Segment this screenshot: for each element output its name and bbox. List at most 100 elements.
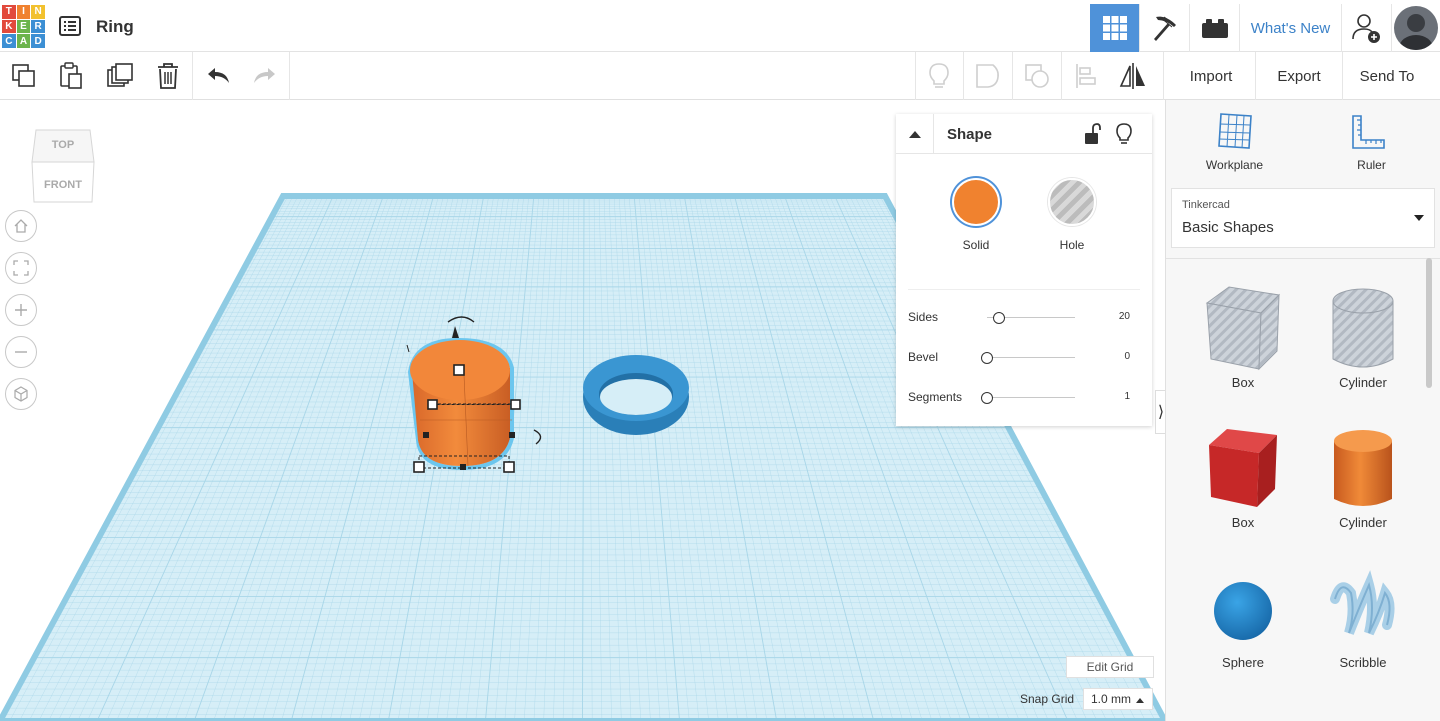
logo-letter: E: [16, 19, 31, 34]
bevel-value[interactable]: 0: [1124, 351, 1130, 362]
shape-scribble[interactable]: Scribble: [1303, 553, 1423, 683]
paste-button[interactable]: [55, 60, 87, 92]
send-to-button[interactable]: Send To: [1348, 60, 1426, 92]
snap-grid-label: Snap Grid: [1020, 692, 1075, 706]
ungroup-icon: [1025, 64, 1049, 88]
bevel-slider[interactable]: [987, 357, 1075, 358]
sides-value[interactable]: 20: [1119, 311, 1130, 322]
segments-slider[interactable]: [987, 397, 1075, 398]
copy-button[interactable]: [8, 60, 40, 92]
logo-letter: K: [2, 19, 16, 34]
design-list-icon[interactable]: [58, 14, 82, 38]
grid-view-icon: [1102, 16, 1127, 40]
whats-new-link[interactable]: What's New: [1239, 4, 1341, 52]
solid-swatch: [952, 178, 1000, 226]
export-button[interactable]: Export: [1262, 60, 1336, 92]
hole-option[interactable]: Hole: [1037, 178, 1107, 252]
unlock-icon: [1085, 123, 1101, 144]
edit-grid-button[interactable]: Edit Grid: [1066, 656, 1154, 678]
collapse-panel-button[interactable]: [896, 114, 934, 154]
duplicate-button[interactable]: [104, 60, 136, 92]
lock-button[interactable]: [1082, 122, 1102, 146]
library-group-label: Tinkercad: [1182, 199, 1230, 211]
view-cube[interactable]: TOP FRONT: [30, 126, 96, 204]
undo-button[interactable]: [202, 60, 234, 92]
perspective-button[interactable]: [5, 378, 37, 410]
hide-button[interactable]: [1114, 122, 1134, 146]
workplane-icon: [1218, 113, 1252, 149]
ruler-tool[interactable]: Ruler: [1303, 100, 1440, 180]
blocks-view-button[interactable]: [1139, 4, 1189, 52]
fit-icon: [13, 260, 29, 276]
ring-object[interactable]: [583, 355, 689, 435]
bevel-label: Bevel: [908, 350, 939, 364]
align-button[interactable]: [1070, 60, 1102, 92]
scribble-icon: [1330, 570, 1395, 636]
user-profile-button[interactable]: [1391, 4, 1440, 52]
sides-property: Sides 20: [896, 306, 1152, 330]
sidebar-scrollbar[interactable]: [1426, 258, 1432, 388]
ungroup-button[interactable]: [1021, 60, 1053, 92]
logo-letter: R: [31, 19, 45, 34]
logo-letter: T: [2, 5, 16, 19]
trash-icon: [158, 63, 178, 89]
redo-button[interactable]: [249, 60, 281, 92]
3d-viewport[interactable]: TOP FRONT Shape Solid Hole Sides 20 Beve…: [0, 100, 1165, 721]
logo-letter: I: [16, 5, 31, 19]
invite-people-button[interactable]: [1341, 4, 1391, 52]
mirror-button[interactable]: [1117, 60, 1149, 92]
segments-slider-handle[interactable]: [981, 392, 993, 404]
shape-box-hole[interactable]: Box: [1183, 273, 1303, 403]
workplane-label: Workplane: [1205, 158, 1264, 172]
plus-icon: [15, 304, 27, 316]
panel-toggle-chevron-icon[interactable]: ⟩: [1155, 390, 1165, 434]
shape-cylinder[interactable]: Cylinder: [1303, 413, 1423, 543]
tinkercad-logo[interactable]: T I N K E R C A D: [2, 5, 45, 48]
notes-button[interactable]: [923, 60, 955, 92]
shape-box[interactable]: Box: [1183, 413, 1303, 543]
shape-label: Sphere: [1222, 655, 1264, 670]
hole-swatch: [1048, 178, 1096, 226]
delete-button[interactable]: [152, 60, 184, 92]
add-user-icon: [1351, 14, 1380, 43]
tinkercad-app: T I N K E R C A D Ring What's New Import…: [0, 0, 1440, 721]
brick-icon: [1201, 19, 1228, 38]
shape-label: Cylinder: [1339, 515, 1387, 530]
caret-up-icon: [908, 131, 921, 138]
workplane-tool[interactable]: Workplane: [1166, 100, 1303, 180]
hole-label: Hole: [1059, 238, 1085, 252]
bevel-slider-handle[interactable]: [981, 352, 993, 364]
pickaxe-icon: [1153, 16, 1176, 41]
redo-icon: [254, 68, 275, 83]
ruler-label: Ruler: [1357, 158, 1386, 172]
shape-sphere[interactable]: Sphere: [1183, 553, 1303, 683]
zoom-out-button[interactable]: [5, 336, 37, 368]
snap-grid-select[interactable]: 1.0 mm: [1083, 688, 1153, 710]
copy-icon: [12, 64, 35, 87]
home-view-button[interactable]: [5, 210, 37, 242]
segments-value[interactable]: 1: [1124, 391, 1130, 402]
duplicate-icon: [107, 63, 133, 87]
logo-letter: C: [2, 34, 16, 48]
design-title[interactable]: Ring: [96, 17, 134, 37]
shape-label: Scribble: [1339, 655, 1387, 670]
segments-property: Segments 1: [896, 386, 1152, 410]
logo-letter: D: [31, 34, 45, 48]
bricks-view-button[interactable]: [1189, 4, 1239, 52]
zoom-in-button[interactable]: [5, 294, 37, 326]
fit-view-button[interactable]: [5, 252, 37, 284]
shape-cylinder-hole[interactable]: Cylinder: [1303, 273, 1423, 403]
library-name: Basic Shapes: [1182, 219, 1274, 236]
sphere-icon: [1214, 582, 1272, 640]
sides-slider-handle[interactable]: [993, 312, 1005, 324]
shape-library-dropdown[interactable]: Tinkercad Basic Shapes: [1171, 188, 1435, 248]
solid-label: Solid: [962, 238, 990, 252]
import-button[interactable]: Import: [1172, 60, 1250, 92]
caret-down-icon: [1414, 215, 1424, 221]
group-button[interactable]: [972, 60, 1004, 92]
shape-label: Box: [1231, 515, 1255, 530]
undo-icon: [208, 68, 229, 83]
solid-option[interactable]: Solid: [941, 178, 1011, 252]
top-header: T I N K E R C A D Ring What's New: [0, 0, 1440, 52]
3d-design-view-button[interactable]: [1090, 4, 1139, 52]
